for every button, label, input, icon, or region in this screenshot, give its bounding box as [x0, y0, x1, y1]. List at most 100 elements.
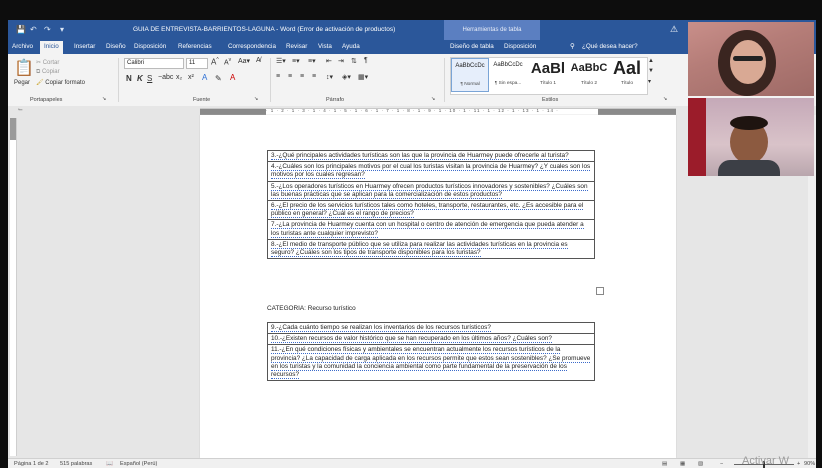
warning-icon[interactable]: ⚠ — [670, 24, 678, 35]
tab-inicio[interactable]: Inicio — [40, 41, 63, 54]
table-row[interactable]: 5.-¿Los operadores turísticos en Huarmey… — [267, 180, 595, 202]
change-case-icon[interactable]: Aa▾ — [238, 57, 250, 65]
styles-scroll-down-icon[interactable]: ▼ — [648, 68, 654, 74]
print-layout-icon[interactable]: ▦ — [680, 461, 685, 467]
tab-referencias[interactable]: Referencias — [178, 43, 212, 50]
language-status[interactable]: Español (Perú) — [120, 461, 157, 467]
tab-selector-icon[interactable]: ⌙ — [18, 106, 23, 113]
show-formatting-icon[interactable]: ¶ — [364, 57, 368, 64]
styles-launcher-icon[interactable]: ↘ — [663, 96, 667, 102]
table-row[interactable]: 9.-¿Cada cuánto tiempo se realizan los i… — [267, 321, 595, 335]
paste-icon[interactable]: 📋 — [14, 58, 34, 78]
cut-button[interactable]: ✂ Cortar — [36, 59, 59, 66]
style-normal[interactable]: AaBbCcDc ¶ Normal — [451, 58, 489, 92]
page-count[interactable]: Página 1 de 2 — [14, 461, 49, 467]
tab-disposicion[interactable]: Disposición — [134, 43, 166, 50]
decrease-indent-icon[interactable]: ⇤ — [326, 57, 332, 65]
style-no-spacing[interactable]: AaBbCcDc ¶ Sin espa... — [489, 58, 527, 92]
align-left-icon[interactable]: ≡ — [276, 73, 280, 80]
style-sample: Aal — [612, 58, 641, 78]
undo-icon[interactable]: ↶ — [30, 25, 37, 34]
tab-correspondencia[interactable]: Correspondencia — [228, 43, 276, 50]
table-row[interactable]: 3.-¿Qué principales actividades turístic… — [267, 149, 595, 163]
shading-icon[interactable]: ◈▾ — [342, 73, 351, 81]
align-right-icon[interactable]: ≡ — [300, 73, 304, 80]
shrink-font-icon[interactable]: Av — [224, 57, 231, 66]
subscript-icon[interactable]: x₂ — [176, 74, 182, 81]
save-icon[interactable]: 💾 — [16, 25, 26, 34]
sort-icon[interactable]: ⇅ — [351, 57, 357, 65]
zoom-out-icon[interactable]: − — [720, 461, 723, 467]
align-center-icon[interactable]: ≡ — [288, 73, 292, 80]
tell-me-search[interactable]: ¿Qué desea hacer? — [582, 43, 638, 50]
style-sample: AaBl — [530, 60, 566, 77]
proofing-icon[interactable]: 📖 — [106, 461, 113, 467]
style-heading-1[interactable]: AaBl Título 1 — [527, 58, 569, 92]
styles-group-label: Estilos — [542, 97, 559, 103]
read-mode-icon[interactable]: ▤ — [662, 461, 667, 467]
tab-diseno[interactable]: Diseño — [106, 43, 126, 50]
format-painter-button[interactable]: 🖌 Copiar formato — [36, 79, 85, 86]
questions-table-2[interactable]: 9.-¿Cada cuánto tiempo se realizan los i… — [267, 321, 595, 382]
justify-icon[interactable]: ≡ — [312, 73, 316, 80]
paragraph-launcher-icon[interactable]: ↘ — [431, 96, 435, 102]
underline-icon[interactable]: S — [147, 74, 152, 83]
tab-diseno-de-tabla[interactable]: Diseño de tabla — [450, 43, 494, 50]
increase-indent-icon[interactable]: ⇥ — [338, 57, 344, 65]
separator — [118, 58, 119, 102]
paste-button[interactable]: Pegar — [14, 80, 30, 86]
style-name: Título 2 — [581, 81, 597, 86]
zoom-level[interactable]: 90% — [804, 461, 815, 467]
bold-icon[interactable]: N — [126, 74, 132, 83]
copy-button[interactable]: ⧉ Copiar — [36, 69, 60, 76]
table-row[interactable]: 7.-¿La provincia de Huarmey cuenta con u… — [267, 219, 595, 240]
status-bar: Página 1 de 2 515 palabras 📖 Español (Pe… — [8, 458, 816, 468]
questions-table-1[interactable]: 3.-¿Qué principales actividades turístic… — [267, 149, 595, 260]
strikethrough-icon[interactable]: −abc — [158, 74, 173, 81]
redo-icon[interactable]: ↷ — [44, 25, 51, 34]
vertical-ruler[interactable] — [10, 118, 17, 456]
ruler-margin-top — [10, 118, 16, 140]
font-color-icon[interactable]: A — [230, 73, 235, 82]
highlight-icon[interactable]: ✎ — [215, 74, 222, 83]
table-resize-handle[interactable] — [596, 287, 604, 295]
grow-font-icon[interactable]: A^ — [211, 57, 219, 67]
table-row[interactable]: 6.-¿El precio de los servicios turístico… — [267, 200, 595, 221]
clear-formatting-icon[interactable]: A̸ — [256, 57, 261, 64]
zoom-in-icon[interactable]: + — [797, 461, 800, 467]
bullets-icon[interactable]: ☰▾ — [276, 57, 286, 65]
superscript-icon[interactable]: x² — [188, 74, 194, 81]
numbering-icon[interactable]: ≡▾ — [292, 57, 300, 65]
style-sample: AaBbCcDc — [493, 62, 523, 68]
web-layout-icon[interactable]: ▧ — [698, 461, 703, 467]
table-row[interactable]: 8.-¿El medio de transporte público que s… — [267, 238, 595, 260]
borders-icon[interactable]: ▦▾ — [358, 73, 368, 81]
styles-scroll-up-icon[interactable]: ▲ — [648, 58, 654, 64]
tab-ayuda[interactable]: Ayuda — [342, 43, 360, 50]
styles-more-icon[interactable]: ▾ — [648, 78, 651, 85]
tab-archivo[interactable]: Archivo — [12, 43, 33, 50]
customize-quick-access-icon[interactable]: ▾ — [60, 25, 64, 34]
font-size-select[interactable]: 11 — [186, 58, 208, 69]
word-count[interactable]: 515 palabras — [60, 461, 92, 467]
style-title[interactable]: Aal Título — [609, 58, 645, 92]
multilevel-list-icon[interactable]: ≡▾ — [308, 57, 316, 65]
tab-vista[interactable]: Vista — [318, 43, 332, 50]
style-heading-2[interactable]: AaBbC Título 2 — [569, 58, 609, 92]
participant-hair — [730, 116, 768, 130]
text-effects-icon[interactable]: A — [202, 73, 207, 82]
italic-icon[interactable]: K — [137, 74, 143, 83]
table-row[interactable]: 11.-¿En qué condiciones físicas y ambien… — [267, 344, 595, 382]
tab-insertar[interactable]: Insertar — [74, 43, 95, 50]
tab-disposicion-tabla[interactable]: Disposición — [504, 43, 536, 50]
font-launcher-icon[interactable]: ↘ — [254, 96, 258, 102]
table-row[interactable]: 4.-¿Cuáles son los principales motivos p… — [267, 161, 595, 182]
font-name-select[interactable]: Calibri — [124, 58, 184, 69]
document-page[interactable]: 3.-¿Qué principales actividades turístic… — [200, 115, 676, 458]
style-name: ¶ Normal — [460, 82, 480, 87]
clipboard-launcher-icon[interactable]: ↘ — [102, 96, 106, 102]
separator — [444, 58, 445, 102]
tab-revisar[interactable]: Revisar — [286, 43, 307, 50]
table-row[interactable]: 10.-¿Existen recursos de valor histórico… — [267, 333, 595, 346]
line-spacing-icon[interactable]: ↕▾ — [326, 73, 333, 81]
